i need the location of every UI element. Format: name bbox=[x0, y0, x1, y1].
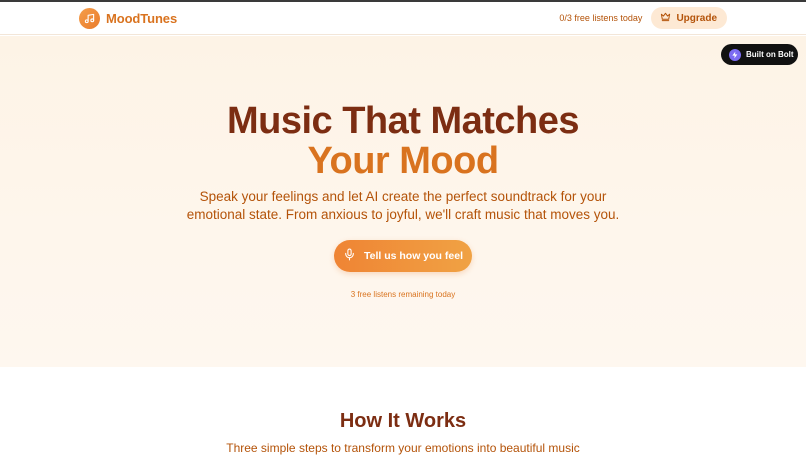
headline-line-2: Your Mood bbox=[307, 140, 499, 182]
upgrade-button[interactable]: Upgrade bbox=[651, 7, 727, 29]
how-it-works-title: How It Works bbox=[339, 410, 467, 432]
hero-subtitle: Speak your feelings and let AI create th… bbox=[0, 188, 806, 224]
upgrade-label: Upgrade bbox=[676, 12, 717, 24]
remaining-listens-note: 3 free listens remaining today bbox=[350, 290, 456, 299]
listens-counter: 0/3 free listens today bbox=[559, 13, 643, 23]
tell-us-how-you-feel-button[interactable]: Tell us how you feel bbox=[334, 240, 472, 272]
built-on-bolt-badge[interactable]: Built on Bolt bbox=[721, 44, 798, 65]
subtitle-line-2: emotional state. From anxious to joyful,… bbox=[186, 207, 620, 222]
music-note-icon bbox=[79, 7, 100, 29]
microphone-icon bbox=[343, 248, 356, 264]
crown-icon bbox=[660, 11, 671, 25]
badge-label: Built on Bolt bbox=[746, 50, 794, 59]
top-nav: MoodTunes 0/3 free listens today Upgrade bbox=[0, 2, 806, 35]
cta-label: Tell us how you feel bbox=[364, 250, 463, 262]
hero-headline: Music That Matches Your Mood bbox=[0, 101, 806, 181]
subtitle-line-1: Speak your feelings and let AI create th… bbox=[199, 189, 607, 204]
brand[interactable]: MoodTunes bbox=[79, 7, 178, 29]
brand-name: MoodTunes bbox=[106, 10, 178, 26]
headline-line-1: Music That Matches bbox=[226, 100, 580, 142]
bolt-icon bbox=[729, 48, 741, 61]
header-actions: 0/3 free listens today Upgrade bbox=[559, 7, 727, 29]
how-it-works-subtitle: Three simple steps to transform your emo… bbox=[226, 441, 580, 455]
